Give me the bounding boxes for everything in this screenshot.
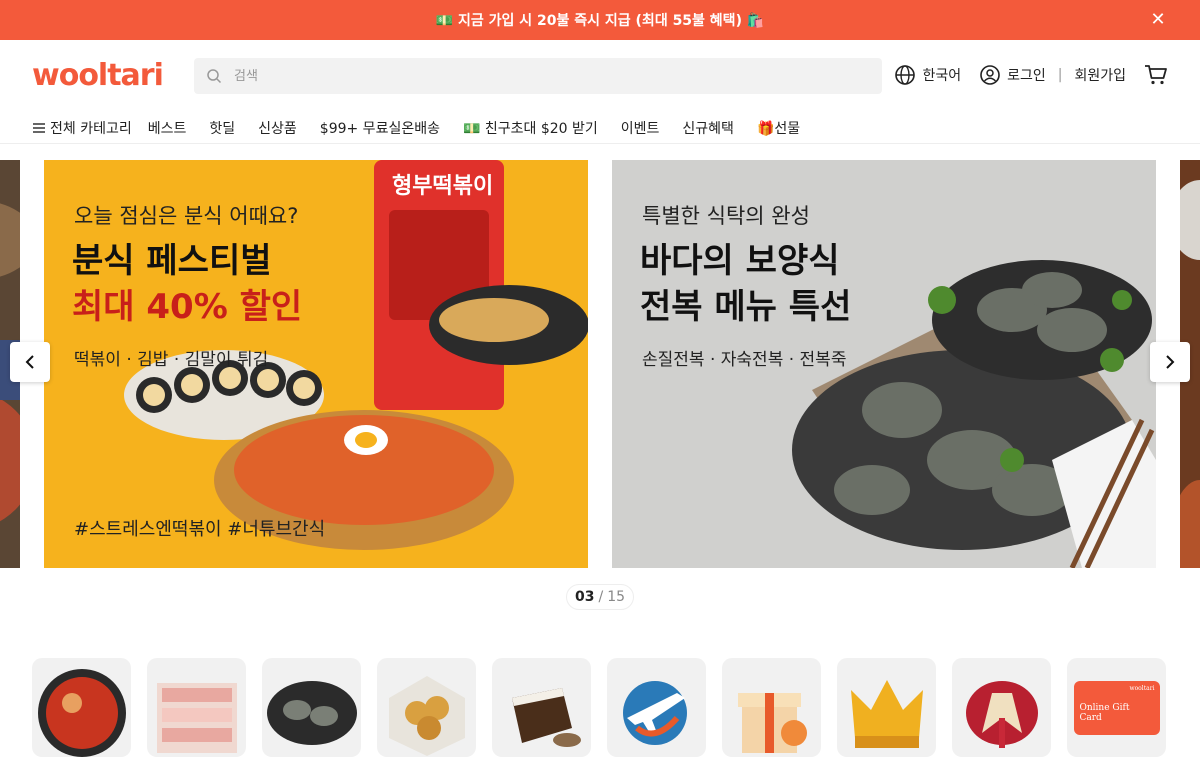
fried-snack-icon xyxy=(389,676,465,756)
signup-link[interactable]: 회원가입 xyxy=(1074,65,1126,85)
banner-title-line1: 바다의 보양식 xyxy=(640,241,840,281)
category-tile-kimchi[interactable] xyxy=(32,658,131,757)
category-tile-rice[interactable] xyxy=(492,658,591,757)
language-selector[interactable]: 한국어 xyxy=(894,64,961,86)
pager-separator: / xyxy=(598,589,604,605)
category-tile-travel[interactable] xyxy=(607,658,706,757)
chevron-left-icon xyxy=(25,355,34,369)
all-categories-menu[interactable]: 전체 카테고리 xyxy=(32,118,132,138)
login-link[interactable]: 로그인 xyxy=(1007,65,1046,85)
globe-icon xyxy=(895,65,916,85)
banner-items: 떡볶이 · 김밥 · 김말이 튀김 xyxy=(74,350,269,370)
banner-carousel: 오늘 점심은 분식 어때요? 분식 페스티벌 최대 40% 할인 떡볶이 · 김… xyxy=(0,160,1200,568)
nav-item-best[interactable]: 베스트 xyxy=(148,118,187,138)
category-shortcuts: wooltari Online Gift Card xyxy=(32,658,1166,757)
user-icon xyxy=(980,65,1000,85)
gift-bundle-icon xyxy=(966,681,1038,748)
nav-item-new-benefits[interactable]: 신규혜택 xyxy=(682,118,734,138)
banner-slide-abalone[interactable]: 특별한 식탁의 완성 바다의 보양식 전복 메뉴 특선 손질전복 · 자숙전복 … xyxy=(612,160,1156,568)
pager-total: 15 xyxy=(607,589,626,605)
gift-card-brand: wooltari xyxy=(1129,684,1155,692)
pork-belly-icon xyxy=(157,683,237,753)
cart-icon xyxy=(1145,65,1167,85)
logo[interactable]: wooltari xyxy=(32,58,164,93)
banner-title: 분식 페스티벌 최대 40% 할인 xyxy=(72,238,302,330)
promo-bar: 💵 지금 가입 시 20불 즉시 지급 (최대 55불 혜택) 🛍️ ✕ xyxy=(0,0,1200,40)
all-categories-label: 전체 카테고리 xyxy=(50,120,132,137)
package-label: 형부떡볶이 xyxy=(392,174,494,199)
rice-icon xyxy=(512,688,581,747)
kimchi-icon xyxy=(38,669,126,757)
category-tile-gift[interactable] xyxy=(722,658,821,757)
category-tile-abalone[interactable] xyxy=(262,658,361,757)
menu-icon xyxy=(33,122,45,133)
vip-crown-icon xyxy=(851,680,923,748)
account-links: 로그인 | 회원가입 xyxy=(979,64,1126,86)
carousel-next-button[interactable] xyxy=(1150,342,1190,382)
category-tile-pork[interactable] xyxy=(147,658,246,757)
gift-card-text: Online Gift Card xyxy=(1079,702,1130,723)
gift-box-icon xyxy=(738,693,807,753)
banner-title-line2: 최대 40% 할인 xyxy=(72,287,303,327)
banner-title-line1: 분식 페스티벌 xyxy=(72,241,272,281)
banner-slide-snack-festival[interactable]: 오늘 점심은 분식 어때요? 분식 페스티벌 최대 40% 할인 떡볶이 · 김… xyxy=(44,160,588,568)
category-tile-bojagi[interactable] xyxy=(952,658,1051,757)
nav-item-hotdeal[interactable]: 핫딜 xyxy=(209,118,235,138)
header-actions: 한국어 로그인 | 회원가입 xyxy=(876,64,1168,86)
search-bar[interactable] xyxy=(194,58,882,94)
category-tile-snacks[interactable] xyxy=(377,658,476,757)
banner-title-line2: 전복 메뉴 특선 xyxy=(640,287,852,327)
search-input[interactable] xyxy=(234,68,854,84)
nav-item-invite-friend[interactable]: 💵 친구초대 $20 받기 xyxy=(463,118,598,138)
abalone-icon xyxy=(267,681,357,745)
banner-title: 바다의 보양식 전복 메뉴 특선 xyxy=(640,238,851,330)
search-icon xyxy=(207,69,222,84)
banner-subtitle: 오늘 점심은 분식 어때요? xyxy=(74,204,299,228)
divider: | xyxy=(1057,67,1063,83)
category-tile-gift-card[interactable]: wooltari Online Gift Card xyxy=(1067,658,1166,757)
pager-current: 03 xyxy=(574,589,595,605)
nav-item-new[interactable]: 신상품 xyxy=(258,118,297,138)
chevron-right-icon xyxy=(1166,355,1175,369)
gift-card-icon: wooltari Online Gift Card xyxy=(1073,680,1160,735)
airplane-icon xyxy=(623,681,687,745)
carousel-pager: 03 / 15 xyxy=(566,584,634,610)
banner-subtitle: 특별한 식탁의 완성 xyxy=(642,204,810,228)
promo-text: 💵 지금 가입 시 20불 즉시 지급 (최대 55불 혜택) 🛍️ xyxy=(435,13,765,29)
nav-item-events[interactable]: 이벤트 xyxy=(621,118,660,138)
cart-button[interactable] xyxy=(1144,64,1168,86)
main-nav: 전체 카테고리 베스트 핫딜 신상품 $99+ 무료실온배송 💵 친구초대 $2… xyxy=(0,112,1200,144)
carousel-prev-button[interactable] xyxy=(10,342,50,382)
category-tile-vip[interactable] xyxy=(837,658,936,757)
nav-item-free-shipping[interactable]: $99+ 무료실온배송 xyxy=(320,118,440,138)
banner-tags: #스트레스엔떡볶이 #너튜브간식 xyxy=(74,519,326,540)
header: wooltari 한국어 로그인 | 회원가입 xyxy=(0,40,1200,112)
banner-items: 손질전복 · 자숙전복 · 전복죽 xyxy=(642,350,847,370)
language-label: 한국어 xyxy=(922,68,962,84)
close-icon[interactable]: ✕ xyxy=(1148,10,1168,30)
nav-item-gifts[interactable]: 🎁선물 xyxy=(757,118,800,138)
